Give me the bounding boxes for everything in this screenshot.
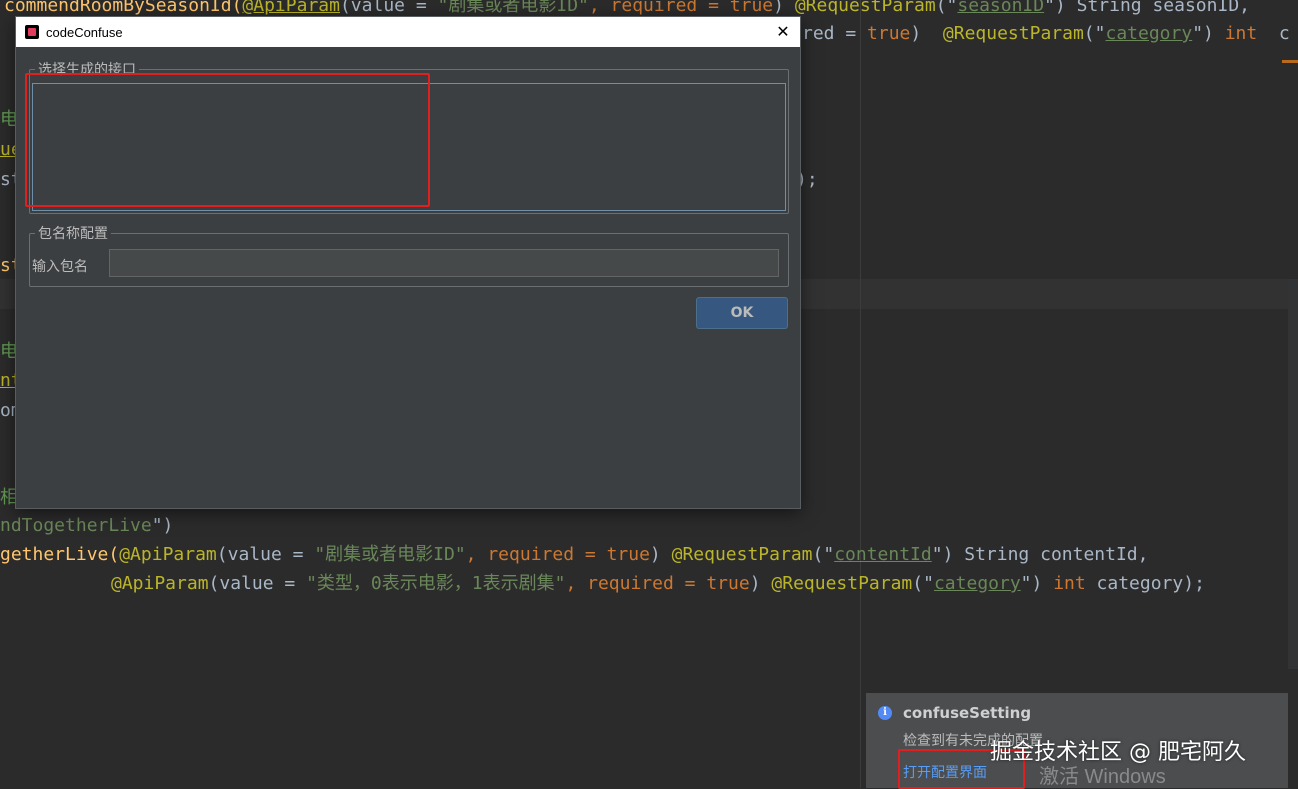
code-line-2: red = true) @RequestParam("category") in…: [802, 23, 1290, 44]
package-group-label: 包名称配置: [35, 223, 111, 243]
code-line-11: ndTogetherLive"): [0, 515, 174, 536]
right-margin-guide: [860, 0, 861, 788]
code-line-12: getherLive(@ApiParam(value = "剧集或者电影ID",…: [0, 544, 1149, 565]
package-name-input[interactable]: [109, 249, 779, 277]
package-input-label: 输入包名: [32, 259, 88, 275]
dialog-titlebar[interactable]: codeConfuse ✕: [16, 17, 800, 47]
watermark-text: 掘金技术社区 @ 肥宅阿久: [990, 740, 1246, 765]
ok-button[interactable]: OK: [696, 297, 788, 329]
intellij-app-icon: [25, 25, 39, 39]
error-stripe-marker[interactable]: [1282, 60, 1298, 63]
close-icon[interactable]: ✕: [772, 21, 794, 43]
dialog-title: codeConfuse: [46, 24, 123, 40]
editor-scrollbar-track[interactable]: [1288, 279, 1298, 669]
notification-title: confuseSetting: [903, 704, 1032, 722]
highlight-box-interface-list: [25, 73, 430, 207]
package-group: 包名称配置 输入包名: [29, 223, 789, 287]
code-line-13: @ApiParam(value = "类型，0表示电影，1表示剧集", requ…: [111, 573, 1205, 594]
info-icon: i: [878, 706, 892, 720]
